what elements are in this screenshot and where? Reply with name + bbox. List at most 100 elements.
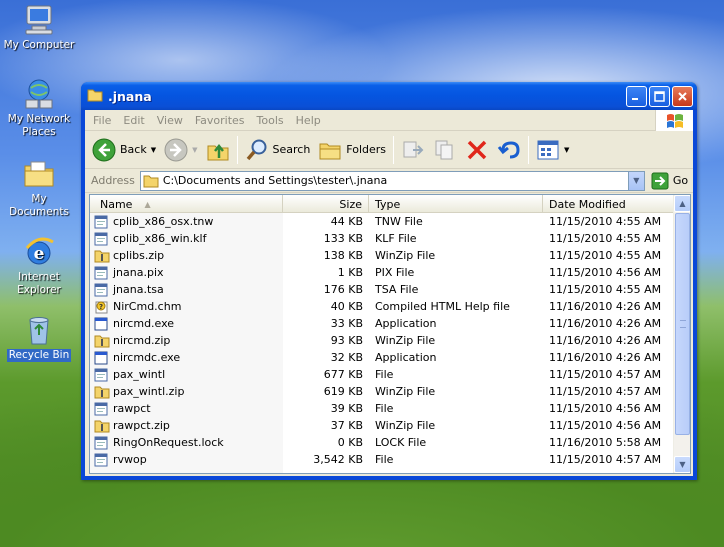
search-button[interactable]: Search <box>241 134 315 166</box>
desktop-icon-recycle-bin[interactable]: Recycle Bin <box>0 314 78 362</box>
chevron-down-icon[interactable]: ▼ <box>564 146 569 154</box>
my-documents-icon <box>22 158 56 190</box>
file-type: WinZip File <box>375 334 436 347</box>
views-button[interactable]: ▼ <box>532 134 573 166</box>
search-label: Search <box>272 143 311 156</box>
minimize-button[interactable] <box>626 85 647 107</box>
scroll-up-button[interactable]: ▲ <box>674 195 690 212</box>
folder-icon <box>143 175 159 187</box>
file-type: WinZip File <box>375 385 436 398</box>
generic-file-icon <box>94 215 110 229</box>
file-name: cplib_x86_win.klf <box>113 232 207 245</box>
menu-edit[interactable]: Edit <box>117 114 150 127</box>
file-date-modified: 11/16/2010 4:26 AM <box>549 317 662 330</box>
file-row[interactable]: nircmdc.exe 32 KB Application 11/16/2010 4:… <box>90 349 690 366</box>
file-name: cplibs.zip <box>113 249 165 262</box>
file-date-modified: 11/16/2010 4:26 AM <box>549 334 662 347</box>
file-row[interactable]: rawpct 39 KB File 11/15/2010 4:56 AM <box>90 400 690 417</box>
delete-button[interactable] <box>461 134 493 166</box>
back-label: Back <box>120 143 147 156</box>
maximize-button[interactable] <box>649 85 670 107</box>
file-name: pax_wintl.zip <box>113 385 185 398</box>
forward-button[interactable]: ▼ <box>160 134 201 166</box>
undo-button[interactable] <box>493 134 525 166</box>
file-row[interactable]: rawpct.zip 37 KB WinZip File 11/15/2010 4:5… <box>90 417 690 434</box>
file-row[interactable]: rvwop 3,542 KB File 11/15/2010 4:57 AM <box>90 451 690 468</box>
file-row[interactable]: ? NirCmd.chm 40 KB Compiled HTML Help file 1… <box>90 298 690 315</box>
file-name: RingOnRequest.lock <box>113 436 224 449</box>
file-type: LOCK File <box>375 436 427 449</box>
column-header-date-label: Date Modified <box>549 197 626 211</box>
menu-bar: File Edit View Favorites Tools Help <box>85 110 693 131</box>
windows-logo-icon <box>655 110 693 131</box>
file-type: File <box>375 402 394 415</box>
undo-icon <box>497 140 520 158</box>
file-date-modified: 11/16/2010 4:26 AM <box>549 300 662 313</box>
menu-favorites[interactable]: Favorites <box>189 114 251 127</box>
column-header-size[interactable]: Size <box>283 195 369 213</box>
desktop-icon-my-computer[interactable]: My Computer <box>0 4 78 52</box>
help-file-icon: ? <box>94 300 110 314</box>
file-name-cell: nircmd.exe <box>90 317 283 331</box>
title-bar[interactable]: .jnana <box>81 82 697 110</box>
file-size: 3,542 KB <box>313 453 363 466</box>
file-row[interactable]: cplibs.zip 138 KB WinZip File 11/15/2010 4:… <box>90 247 690 264</box>
file-date-modified: 11/16/2010 5:58 AM <box>549 436 662 449</box>
file-row[interactable]: jnana.pix 1 KB PIX File 11/15/2010 4:56 AM <box>90 264 690 281</box>
generic-file-icon <box>94 402 110 416</box>
up-folder-icon <box>207 143 228 160</box>
chevron-down-icon[interactable]: ▼ <box>192 146 197 154</box>
desktop-icon-my-documents[interactable]: My Documents <box>0 158 78 219</box>
column-header-date[interactable]: Date Modified <box>543 195 675 213</box>
zip-file-icon <box>94 334 110 348</box>
explorer-window: .jnana File Edit View Favorites Tools He… <box>81 82 697 480</box>
file-type: TSA File <box>375 283 419 296</box>
folders-button[interactable]: Folders <box>314 134 390 166</box>
address-field[interactable]: C:\Documents and Settings\tester\.jnana … <box>139 170 645 191</box>
copy-to-icon <box>435 140 453 159</box>
go-button[interactable]: Go <box>651 172 688 190</box>
menu-view[interactable]: View <box>151 114 189 127</box>
forward-arrow-icon <box>164 138 188 161</box>
menu-file[interactable]: File <box>87 114 117 127</box>
menu-tools[interactable]: Tools <box>251 114 290 127</box>
back-button[interactable]: Back ▼ <box>88 134 160 166</box>
move-to-button[interactable] <box>397 134 429 166</box>
up-folder-button[interactable] <box>202 134 234 166</box>
close-button[interactable] <box>672 85 693 107</box>
file-size: 0 KB <box>337 436 363 449</box>
go-arrow-icon <box>651 172 669 189</box>
desktop-icon-internet-explorer[interactable]: e Internet Explorer <box>0 236 78 297</box>
zip-file-icon <box>94 249 110 263</box>
file-name: nircmdc.exe <box>113 351 181 364</box>
file-row[interactable]: cplib_x86_osx.tnw 44 KB TNW File 11/15/2010… <box>90 213 690 230</box>
chevron-down-icon[interactable]: ▼ <box>151 146 156 154</box>
file-name-cell: ? NirCmd.chm <box>90 300 283 314</box>
file-name: rvwop <box>113 453 147 466</box>
generic-file-icon <box>94 453 110 467</box>
file-list[interactable]: Name ▲ Size Type Date Modified cplib_x86… <box>89 194 691 474</box>
file-name-cell: nircmdc.exe <box>90 351 283 365</box>
file-name: cplib_x86_osx.tnw <box>113 215 214 228</box>
file-row[interactable]: pax_wintl.zip 619 KB WinZip File 11/15/2010… <box>90 383 690 400</box>
copy-to-button[interactable] <box>429 134 461 166</box>
column-header-type[interactable]: Type <box>369 195 543 213</box>
file-name-cell: pax_wintl.zip <box>90 385 283 399</box>
file-type: Application <box>375 351 437 364</box>
address-dropdown-button[interactable]: ▼ <box>627 171 644 190</box>
file-row[interactable]: nircmd.zip 93 KB WinZip File 11/16/2010 4:2… <box>90 332 690 349</box>
file-row[interactable]: jnana.tsa 176 KB TSA File 11/15/2010 4:55 A… <box>90 281 690 298</box>
desktop-icon-network-places[interactable]: My Network Places <box>0 78 78 139</box>
file-row[interactable]: nircmd.exe 33 KB Application 11/16/2010 4:2… <box>90 315 690 332</box>
file-size: 176 KB <box>323 283 363 296</box>
column-headers: Name ▲ Size Type Date Modified <box>90 195 690 213</box>
generic-file-icon <box>94 232 110 246</box>
column-header-name[interactable]: Name ▲ <box>90 195 283 213</box>
menu-help[interactable]: Help <box>290 114 327 127</box>
toolbar-separator <box>236 135 238 164</box>
file-row[interactable]: pax_wintl 677 KB File 11/15/2010 4:57 AM <box>90 366 690 383</box>
file-row[interactable]: RingOnRequest.lock 0 KB LOCK File 11/16/201… <box>90 434 690 451</box>
file-row[interactable]: cplib_x86_win.klf 133 KB KLF File 11/15/201… <box>90 230 690 247</box>
toolbar-separator <box>528 135 530 164</box>
file-size: 37 KB <box>330 419 363 432</box>
